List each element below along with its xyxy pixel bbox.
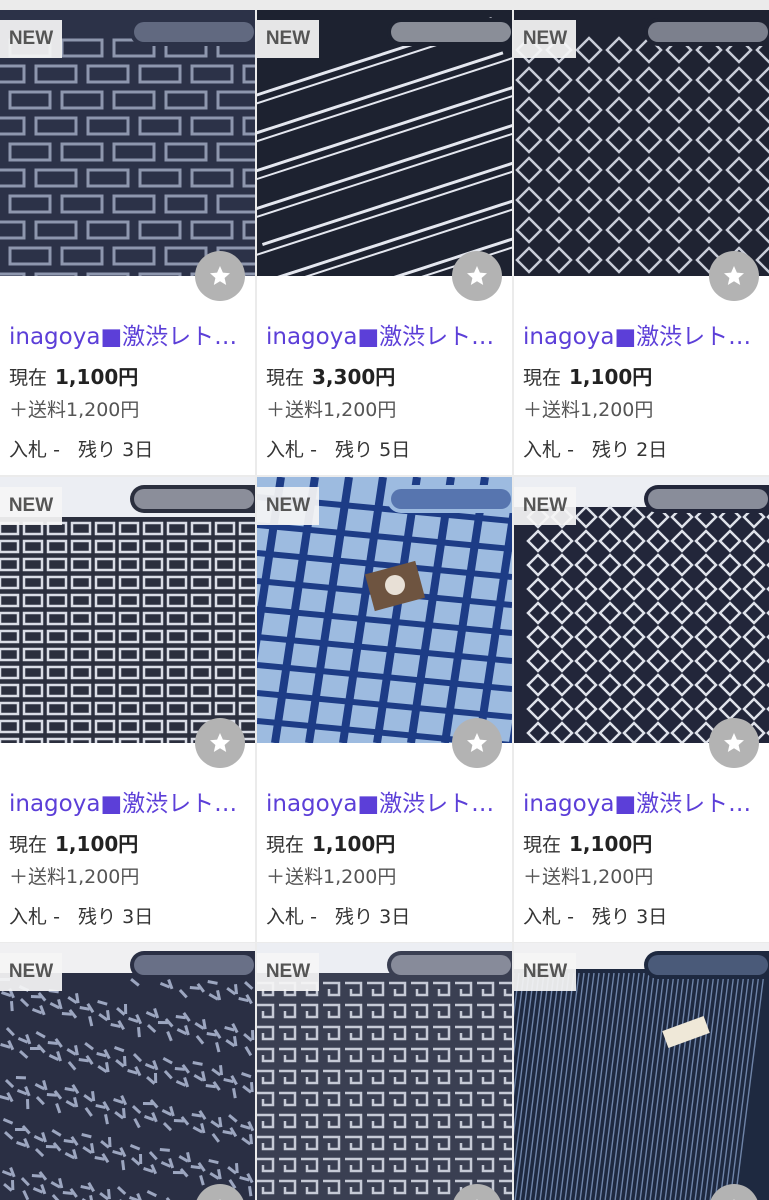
listing-title[interactable]: inagoya■激渋レト… <box>523 320 763 354</box>
new-badge: NEW <box>514 953 576 991</box>
bid-info: 入札 - 残り 2日 <box>523 439 668 461</box>
new-badge: NEW <box>0 953 62 991</box>
price-amount: 1,100円 <box>55 832 139 856</box>
new-badge: NEW <box>514 487 576 525</box>
shipping-fee: ＋送料1,200円 <box>523 399 654 421</box>
bid-count: - <box>53 906 60 928</box>
new-badge: NEW <box>0 20 62 58</box>
current-price: 現在 1,100円 <box>9 832 139 856</box>
bid-count: - <box>310 439 317 461</box>
shipping-fee: ＋送料1,200円 <box>266 866 397 888</box>
bid-info: 入札 - 残り 3日 <box>266 906 411 928</box>
bid-info: 入札 - 残り 5日 <box>266 439 411 461</box>
time-remaining: 3日 <box>122 439 154 461</box>
listing-card[interactable]: NEW inagoya■激渋レト… 現在 1,100円 ＋送料1,200円 入札 … <box>257 477 512 942</box>
time-remaining: 5日 <box>379 439 411 461</box>
bid-info: 入札 - 残り 3日 <box>9 906 154 928</box>
new-badge: NEW <box>0 487 62 525</box>
watchlist-star-button[interactable] <box>452 251 502 301</box>
listing-card[interactable]: NEW <box>514 943 769 1200</box>
current-price: 現在 1,100円 <box>266 832 396 856</box>
time-remaining: 3日 <box>636 906 668 928</box>
bid-count: - <box>567 439 574 461</box>
shipping-fee: ＋送料1,200円 <box>523 866 654 888</box>
listing-card[interactable]: NEW inagoya■激渋レト… 現在 1,100円 ＋送料1,200円 入札 … <box>0 477 255 942</box>
watchlist-star-button[interactable] <box>452 718 502 768</box>
listing-title[interactable]: inagoya■激渋レト… <box>266 787 506 821</box>
watchlist-star-button[interactable] <box>195 251 245 301</box>
bid-count: - <box>53 439 60 461</box>
price-amount: 1,100円 <box>312 832 396 856</box>
bid-count: - <box>310 906 317 928</box>
new-badge: NEW <box>257 20 319 58</box>
listing-card[interactable]: NEW inagoya■激渋レト… 現在 1,100円 ＋送料1,200円 入札 … <box>0 10 255 475</box>
time-remaining: 2日 <box>636 439 668 461</box>
current-price: 現在 1,100円 <box>523 365 653 389</box>
listing-card[interactable]: NEW inagoya■激渋レト… 現在 1,100円 ＋送料1,200円 入札 … <box>514 10 769 475</box>
time-remaining: 3日 <box>122 906 154 928</box>
listing-title[interactable]: inagoya■激渋レト… <box>523 787 763 821</box>
listing-card[interactable]: NEW <box>257 943 512 1200</box>
price-amount: 1,100円 <box>569 365 653 389</box>
new-badge: NEW <box>257 487 319 525</box>
current-price: 現在 1,100円 <box>523 832 653 856</box>
listing-title[interactable]: inagoya■激渋レト… <box>266 320 506 354</box>
watchlist-star-button[interactable] <box>709 718 759 768</box>
listing-card[interactable]: NEW inagoya■激渋レト… 現在 1,100円 ＋送料1,200円 入札 … <box>514 477 769 942</box>
listing-card[interactable]: NEW <box>0 943 255 1200</box>
bid-count: - <box>567 906 574 928</box>
search-results-grid: NEW inagoya■激渋レト… 現在 1,100円 ＋送料1,200円 入札 … <box>0 0 769 1200</box>
current-price: 現在 3,300円 <box>266 365 396 389</box>
listing-title[interactable]: inagoya■激渋レト… <box>9 787 249 821</box>
watchlist-star-button[interactable] <box>709 251 759 301</box>
bid-info: 入札 - 残り 3日 <box>523 906 668 928</box>
shipping-fee: ＋送料1,200円 <box>9 399 140 421</box>
shipping-fee: ＋送料1,200円 <box>266 399 397 421</box>
new-badge: NEW <box>257 953 319 991</box>
listing-card[interactable]: NEW inagoya■激渋レト… 現在 3,300円 ＋送料1,200円 入札 … <box>257 10 512 475</box>
shipping-fee: ＋送料1,200円 <box>9 866 140 888</box>
price-amount: 1,100円 <box>55 365 139 389</box>
price-amount: 1,100円 <box>569 832 653 856</box>
price-amount: 3,300円 <box>312 365 396 389</box>
current-price: 現在 1,100円 <box>9 365 139 389</box>
listing-title[interactable]: inagoya■激渋レト… <box>9 320 249 354</box>
time-remaining: 3日 <box>379 906 411 928</box>
new-badge: NEW <box>514 20 576 58</box>
watchlist-star-button[interactable] <box>195 718 245 768</box>
bid-info: 入札 - 残り 3日 <box>9 439 154 461</box>
